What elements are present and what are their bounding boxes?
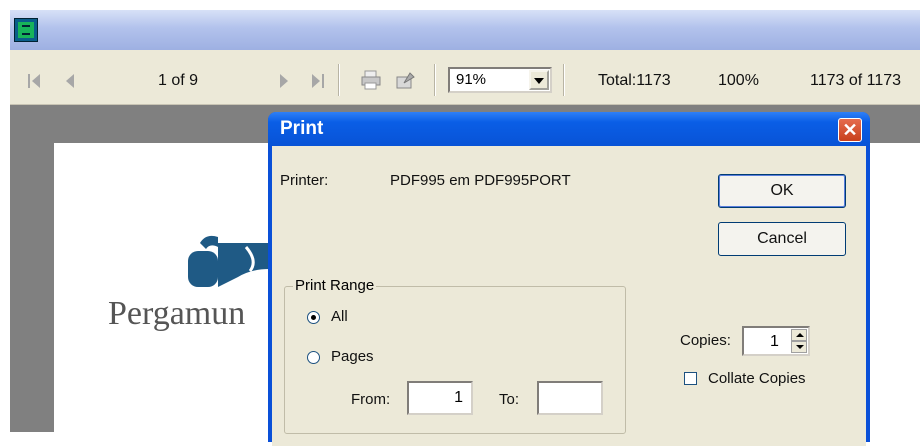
collate-checkbox[interactable] — [684, 372, 697, 385]
last-page-icon[interactable] — [312, 72, 330, 90]
spin-down-icon[interactable] — [791, 341, 807, 353]
print-dialog: Print ✕ Printer: PDF995 em PDF995PORT OK… — [268, 112, 870, 446]
copies-spin-buttons — [791, 329, 807, 353]
print-range-group: Print Range All Pages From: 1 To: — [284, 277, 626, 434]
zoom-select[interactable]: 91% — [448, 67, 552, 93]
toolbar: 1 of 9 91% Total:1173 100% 1173 of 1173 — [10, 50, 920, 105]
toolbar-separator — [434, 64, 436, 96]
close-icon[interactable]: ✕ — [838, 118, 862, 142]
app-icon[interactable] — [14, 18, 38, 42]
page-indicator: 1 of 9 — [158, 72, 199, 89]
to-label: To: — [499, 391, 520, 408]
pages-radio[interactable] — [307, 351, 320, 364]
to-input[interactable] — [537, 381, 603, 415]
pages-label: Pages — [331, 348, 374, 365]
logo-text: Pergamun — [108, 295, 246, 332]
cancel-button[interactable]: Cancel — [718, 222, 846, 256]
from-label: From: — [351, 391, 391, 408]
print-range-label: Print Range — [293, 277, 377, 294]
printer-name: PDF995 em PDF995PORT — [390, 172, 571, 189]
record-count: 1173 of 1173 — [810, 72, 902, 89]
copies-value: 1 — [770, 333, 779, 350]
zoom-value: 91% — [456, 71, 487, 88]
printer-label: Printer: — [280, 172, 329, 189]
ok-button[interactable]: OK — [718, 174, 846, 208]
percent-label: 100% — [718, 72, 759, 89]
total-count: Total:1173 — [598, 72, 671, 89]
title-bar — [10, 10, 920, 50]
dialog-title: Print — [280, 118, 324, 139]
copies-stepper[interactable]: 1 — [742, 326, 810, 356]
printer-icon[interactable] — [360, 69, 382, 91]
chevron-down-icon[interactable] — [529, 70, 549, 90]
toolbar-separator — [563, 64, 565, 96]
prev-page-icon[interactable] — [64, 72, 82, 90]
collate-label: Collate Copies — [708, 370, 806, 387]
copies-label: Copies: — [680, 332, 731, 349]
all-radio[interactable] — [307, 311, 320, 324]
from-input[interactable]: 1 — [407, 381, 473, 415]
next-page-icon[interactable] — [278, 72, 296, 90]
toolbar-separator — [338, 64, 340, 96]
spin-up-icon[interactable] — [791, 329, 807, 341]
export-icon[interactable] — [394, 69, 416, 91]
first-page-icon[interactable] — [28, 72, 46, 90]
dialog-title-bar: Print ✕ — [268, 112, 870, 146]
dialog-body: Printer: PDF995 em PDF995PORT OK Cancel … — [272, 146, 866, 446]
all-label: All — [331, 308, 348, 325]
